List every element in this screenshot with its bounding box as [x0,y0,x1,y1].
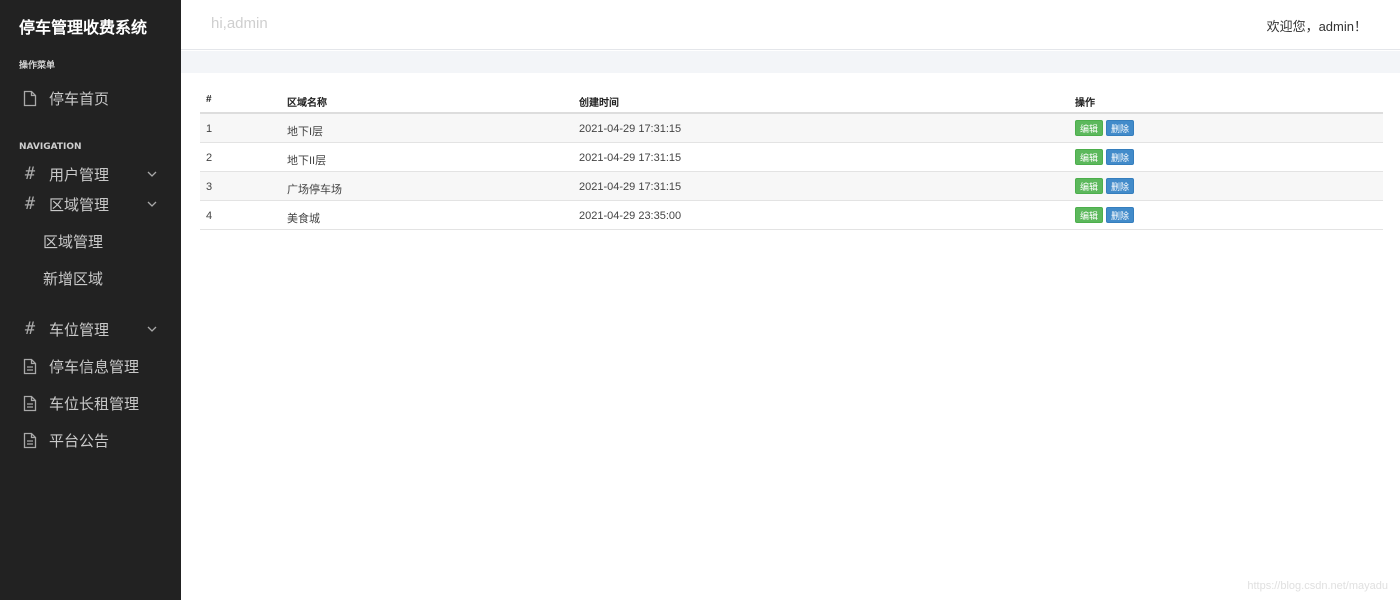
sidebar-item-label: 区域管理 [49,195,110,214]
cell-area-name: 地下I层 [287,126,324,138]
hash-icon: # [24,193,36,214]
cell-created-time: 2021-04-29 17:31:15 [579,152,682,164]
content-top-strip [181,51,1400,73]
delete-button[interactable]: 删除 [1106,149,1135,165]
table-row: 4 美食城 2021-04-29 23:35:00 编辑 删除 [200,201,1383,230]
cell-created-time: 2021-04-29 17:31:15 [579,181,682,193]
chevron-down-icon [146,198,158,210]
row-actions: 编辑 删除 [1075,207,1135,223]
document-icon [22,394,38,412]
sidebar-subitem-area-list[interactable]: 区域管理 [0,228,181,254]
sidebar-item-parking-info[interactable]: 停车信息管理 [0,352,181,380]
sidebar-item-label: 用户管理 [49,165,110,184]
app-title: 停车管理收费系统 [19,18,148,37]
table-row: 3 广场停车场 2021-04-29 17:31:15 编辑 删除 [200,172,1383,201]
sidebar-item-user-management[interactable]: # 用户管理 [0,160,181,188]
navigation-section-label: NAVIGATION [19,142,82,152]
cell-area-name: 地下II层 [287,155,327,167]
sidebar-item-space-management[interactable]: # 车位管理 [0,315,181,343]
watermark-text: https://blog.csdn.net/mayadu [1247,580,1388,592]
hash-icon: # [24,318,36,339]
sidebar-item-label: 平台公告 [49,431,110,450]
table-header-row: # 区域名称 创建时间 操作 [200,86,1383,114]
area-table: # 区域名称 创建时间 操作 1 地下I层 2021-04-29 17:31:1… [200,86,1383,230]
hash-icon: # [24,163,36,184]
delete-button[interactable]: 删除 [1106,207,1135,223]
row-actions: 编辑 删除 [1075,149,1135,165]
column-header-created-time: 创建时间 [579,98,619,109]
cell-index: 3 [206,181,213,193]
file-icon [22,89,38,107]
edit-button[interactable]: 编辑 [1075,149,1104,165]
cell-area-name: 美食城 [287,213,320,225]
column-header-actions: 操作 [1075,98,1095,109]
menu-section-label: 操作菜单 [19,61,56,71]
sidebar-item-label: 车位长租管理 [49,394,140,413]
sidebar-item-area-management[interactable]: # 区域管理 [0,190,181,218]
sidebar: 停车管理收费系统 操作菜单 停车首页 NAVIGATION # 用户管理 # 区… [0,0,181,600]
sidebar-item-notice[interactable]: 平台公告 [0,426,181,454]
delete-button[interactable]: 删除 [1106,120,1135,136]
cell-created-time: 2021-04-29 17:31:15 [579,123,682,135]
edit-button[interactable]: 编辑 [1075,178,1104,194]
chevron-down-icon [146,168,158,180]
sidebar-item-label: 车位管理 [49,320,110,339]
chevron-down-icon [146,323,158,335]
column-header-index: # [206,94,212,105]
sidebar-item-home[interactable]: 停车首页 [0,84,181,112]
row-actions: 编辑 删除 [1075,120,1135,136]
cell-index: 4 [206,210,213,222]
cell-created-time: 2021-04-29 23:35:00 [579,210,682,222]
sidebar-item-label: 停车信息管理 [49,357,140,376]
delete-button[interactable]: 删除 [1106,178,1135,194]
cell-index: 2 [206,152,213,164]
sidebar-subitem-label: 区域管理 [43,232,104,251]
top-header: hi,admin 欢迎您，admin！ [181,0,1400,50]
welcome-text: 欢迎您，admin！ [1266,19,1367,34]
column-header-area-name: 区域名称 [287,98,327,109]
sidebar-subitem-add-area[interactable]: 新增区域 [0,265,181,291]
sidebar-subitem-label: 新增区域 [43,269,104,288]
sidebar-item-long-rent[interactable]: 车位长租管理 [0,389,181,417]
greeting-text: hi,admin [211,15,268,32]
cell-index: 1 [206,123,213,135]
app-root: 停车管理收费系统 操作菜单 停车首页 NAVIGATION # 用户管理 # 区… [0,0,1400,600]
document-icon [22,431,38,449]
table-row: 2 地下II层 2021-04-29 17:31:15 编辑 删除 [200,143,1383,172]
row-actions: 编辑 删除 [1075,178,1135,194]
edit-button[interactable]: 编辑 [1075,207,1104,223]
edit-button[interactable]: 编辑 [1075,120,1104,136]
sidebar-item-label: 停车首页 [49,89,110,108]
cell-area-name: 广场停车场 [287,184,342,196]
table-row: 1 地下I层 2021-04-29 17:31:15 编辑 删除 [200,114,1383,143]
document-icon [22,357,38,375]
